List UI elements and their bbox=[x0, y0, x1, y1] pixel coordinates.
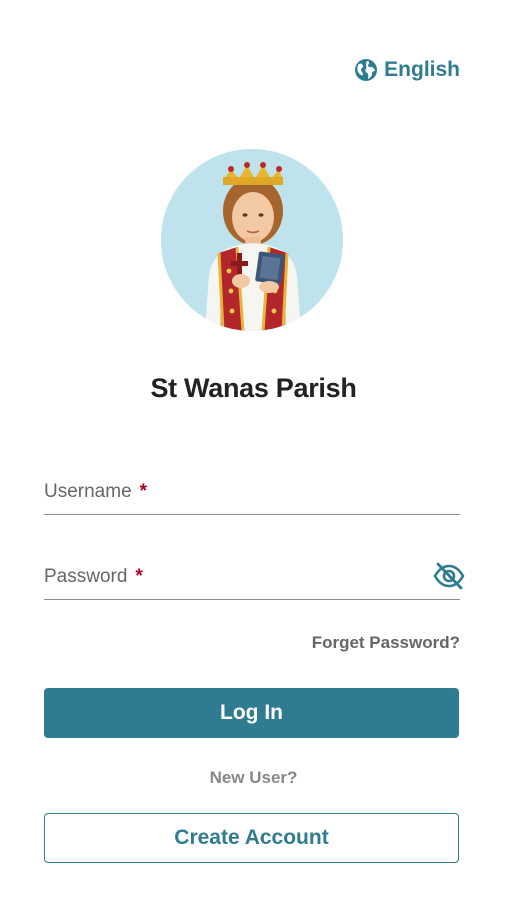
username-field[interactable]: Username * bbox=[44, 474, 464, 516]
username-input[interactable] bbox=[44, 474, 464, 516]
language-selector[interactable]: English bbox=[354, 58, 460, 82]
login-button[interactable]: Log In bbox=[44, 688, 459, 738]
create-account-button[interactable]: Create Account bbox=[44, 813, 459, 863]
password-field[interactable]: Password * bbox=[44, 559, 465, 601]
forget-password-link[interactable]: Forget Password? bbox=[312, 633, 460, 653]
eye-off-icon[interactable] bbox=[432, 561, 466, 596]
parish-avatar bbox=[161, 149, 343, 331]
saint-portrait-image bbox=[161, 149, 343, 331]
language-label: English bbox=[384, 58, 460, 81]
new-user-label: New User? bbox=[209, 768, 298, 787]
globe-icon bbox=[354, 58, 378, 82]
parish-name: St Wanas Parish bbox=[150, 373, 357, 403]
password-input[interactable] bbox=[44, 559, 464, 601]
